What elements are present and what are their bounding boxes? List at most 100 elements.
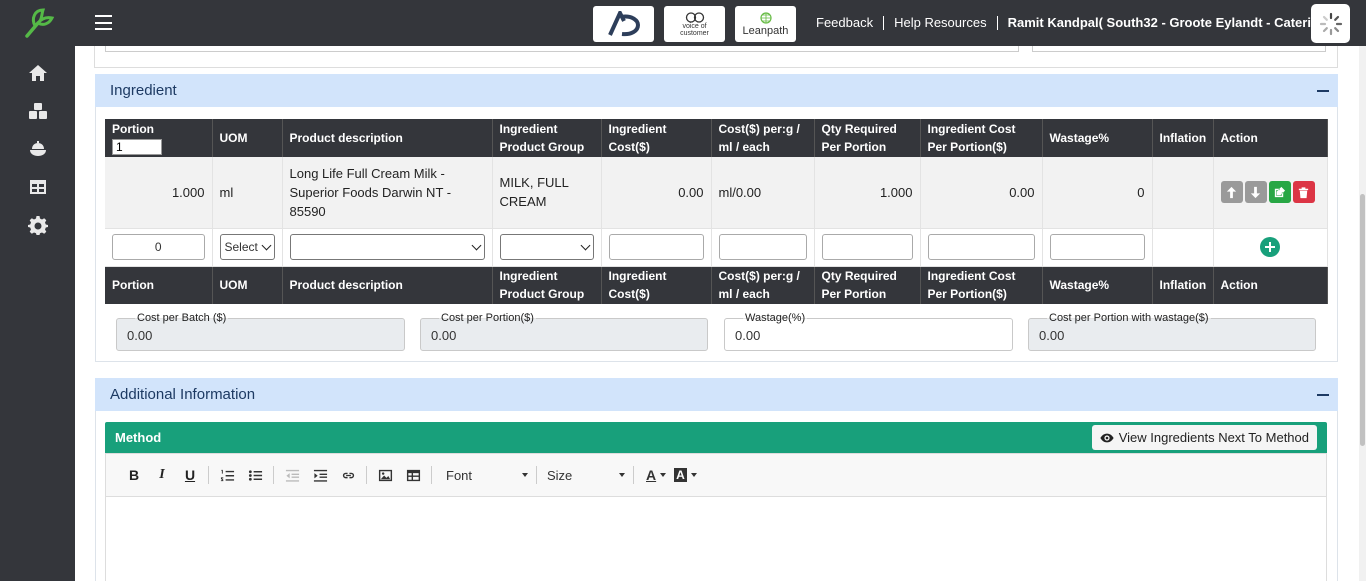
footer-qty: Qty Required Per Portion (814, 266, 921, 304)
menu-toggle-icon[interactable] (95, 15, 112, 30)
wastage-field[interactable]: Wastage(%) 0.00 (724, 312, 1013, 351)
additional-info-panel-header[interactable]: Additional Information (95, 378, 1338, 411)
move-down-icon[interactable] (1244, 181, 1267, 204)
table-icon[interactable] (399, 463, 427, 487)
boxes-icon[interactable] (0, 92, 75, 130)
footer-wastage: Wastage% (1042, 266, 1153, 304)
new-cost-portion-input[interactable] (927, 234, 1035, 260)
footer-group: Ingredient Product Group (492, 266, 602, 304)
additional-info-title: Additional Information (110, 386, 256, 403)
caret-down-icon (690, 473, 697, 477)
caret-down-icon (660, 473, 667, 477)
food-bowl-icon[interactable] (0, 130, 75, 168)
footer-cost: Ingredient Cost($) (601, 266, 712, 304)
col-portion: Portion (105, 119, 213, 157)
bullet-list-icon[interactable] (241, 463, 269, 487)
app-logo[interactable] (0, 0, 75, 46)
ingredient-panel-header[interactable]: Ingredient (95, 74, 1338, 107)
help-resources-link[interactable]: Help Resources (894, 15, 987, 30)
indent-icon[interactable] (306, 463, 334, 487)
page-scrollbar[interactable] (1359, 46, 1366, 581)
view-ingredients-button[interactable]: View Ingredients Next To Method (1091, 425, 1317, 450)
footer-uom: UOM (212, 266, 283, 304)
partner-voice-of-customer-logo[interactable]: voice of customer (664, 6, 725, 42)
divider (883, 15, 885, 30)
underline-icon[interactable]: U (176, 463, 204, 487)
new-wastage-input[interactable] (1049, 234, 1145, 260)
footer-portion: Portion (105, 266, 213, 304)
image-icon[interactable] (371, 463, 399, 487)
partner-leanpath-logo[interactable]: Leanpath (735, 6, 796, 42)
col-product-description: Product description (282, 119, 493, 157)
ad-logo-icon (607, 11, 640, 37)
col-inflation: Inflation (1152, 119, 1214, 157)
col-cost-per-unit: Cost($) per:g / ml / each (711, 119, 815, 157)
cell-product: Long Life Full Cream Milk - Superior Foo… (282, 157, 493, 229)
cost-with-wastage-field: Cost per Portion with wastage($) 0.00 (1028, 312, 1316, 351)
settings-gear-icon[interactable] (0, 206, 75, 244)
caret-down-icon (522, 473, 528, 477)
footer-inflation: Inflation (1152, 266, 1214, 304)
cost-with-wastage-value: 0.00 (1039, 328, 1065, 343)
product-select[interactable] (289, 234, 485, 260)
method-header: Method View Ingredients Next To Method (105, 422, 1327, 453)
text-color-dropdown[interactable]: A (642, 463, 670, 487)
view-ingredients-label: View Ingredients Next To Method (1118, 430, 1309, 445)
move-up-icon[interactable] (1220, 181, 1243, 204)
portion-count-input[interactable] (112, 139, 162, 155)
background-color-dropdown[interactable]: A (670, 463, 701, 487)
col-wastage: Wastage% (1042, 119, 1153, 157)
font-family-dropdown[interactable]: Font (442, 463, 532, 487)
new-ingredient-row: 0 Select (105, 228, 1328, 267)
footer-cost-per: Cost($) per:g / ml / each (711, 266, 815, 304)
table-row: 1.000 ml Long Life Full Cream Milk - Sup… (105, 157, 1328, 229)
cell-portion: 1.000 (105, 157, 213, 229)
previous-section-remnant (94, 46, 1338, 68)
table-footer-row: Portion UOM Product description Ingredie… (105, 266, 1328, 304)
table-grid-icon[interactable] (0, 168, 75, 206)
background-color-icon: A (674, 468, 687, 482)
new-qty-input[interactable] (821, 234, 913, 260)
italic-icon[interactable]: I (148, 463, 176, 487)
cost-with-wastage-label: Cost per Portion with wastage($) (1047, 312, 1211, 324)
ordered-list-icon[interactable] (213, 463, 241, 487)
new-cost-input[interactable] (608, 234, 704, 260)
new-portion-input[interactable]: 0 (112, 234, 205, 260)
col-cost-per-portion: Ingredient Cost Per Portion($) (920, 119, 1043, 157)
col-action: Action (1213, 119, 1328, 157)
scrollbar-thumb[interactable] (1360, 194, 1365, 446)
ingredient-table: Portion UOM Product description Ingredie… (105, 119, 1328, 304)
collapse-icon[interactable] (1317, 394, 1329, 396)
footer-cost-portion: Ingredient Cost Per Portion($) (920, 266, 1043, 304)
partner-ad-logo[interactable] (593, 6, 654, 42)
col-product-group: Ingredient Product Group (492, 119, 602, 157)
outdent-icon[interactable] (278, 463, 306, 487)
add-ingredient-icon[interactable] (1260, 237, 1280, 257)
link-icon[interactable] (334, 463, 362, 487)
font-size-dropdown[interactable]: Size (543, 463, 629, 487)
delete-icon[interactable] (1292, 181, 1315, 204)
previous-input[interactable] (1032, 46, 1326, 52)
cell-cost: 0.00 (601, 157, 712, 229)
main-content: Ingredient Portion UOM Product descripti… (75, 46, 1359, 581)
uom-select[interactable]: Select (219, 234, 275, 260)
new-cost-per-input[interactable] (718, 234, 807, 260)
sidebar (0, 0, 75, 581)
uom-select-value: Select (224, 240, 258, 254)
cell-qty: 1.000 (814, 157, 921, 229)
home-icon[interactable] (0, 54, 75, 92)
leanpath-label: Leanpath (742, 24, 789, 37)
loading-spinner (1311, 4, 1350, 43)
cell-actions (1213, 157, 1328, 229)
leanpath-globe-icon (759, 11, 772, 24)
collapse-icon[interactable] (1317, 90, 1329, 92)
user-menu[interactable]: Ramit Kandpal( South32 - Groote Eylandt … (1008, 15, 1335, 30)
previous-textarea[interactable] (105, 46, 1019, 52)
method-rich-text-editor[interactable]: B I U Font Size A A (105, 453, 1327, 581)
group-select[interactable] (499, 234, 594, 260)
cell-wastage: 0 (1042, 157, 1153, 229)
feedback-link[interactable]: Feedback (816, 15, 873, 30)
bold-icon[interactable]: B (120, 463, 148, 487)
cell-inflation (1152, 157, 1214, 229)
edit-icon[interactable] (1268, 181, 1291, 204)
